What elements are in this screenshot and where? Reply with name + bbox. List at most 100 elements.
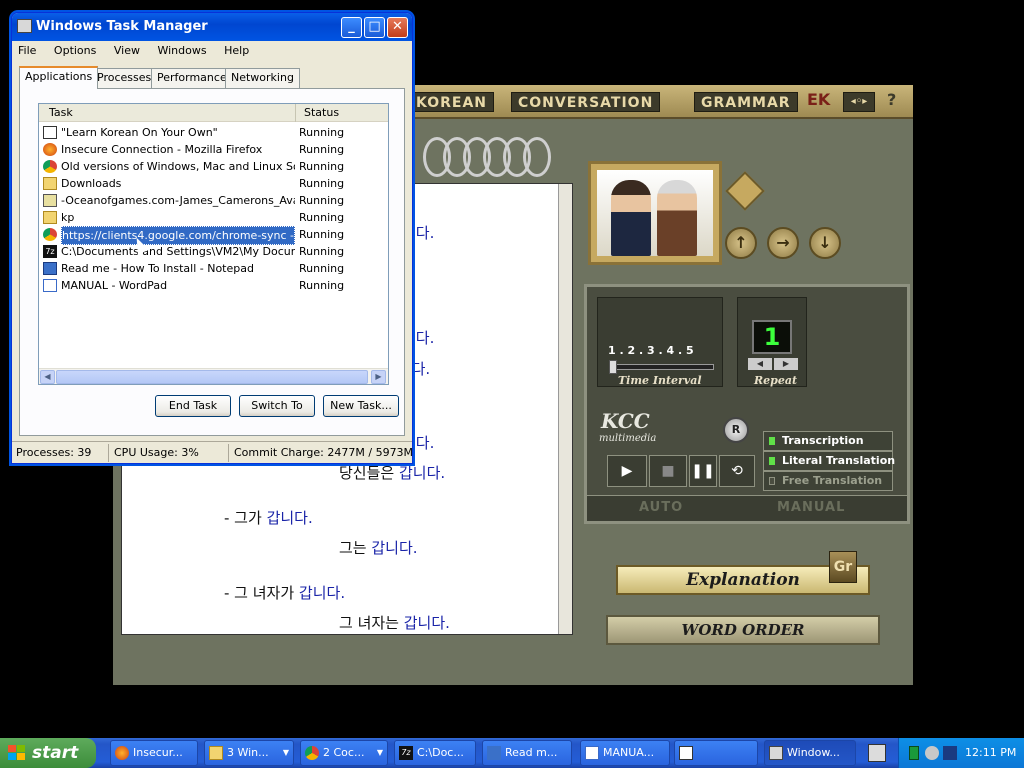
taskbar-item-firefox[interactable]: Insecur... (110, 740, 198, 766)
table-row[interactable]: Downloads Running (41, 175, 371, 192)
taskbar-item-windows-explorer[interactable]: 3 Win... ▼ (204, 740, 294, 766)
table-row[interactable]: -Oceanofgames.com-James_Camerons_Avatar R… (41, 192, 371, 209)
network-icon[interactable] (909, 746, 919, 760)
task-status: Running (299, 160, 345, 173)
new-task-button[interactable]: New Task... (323, 395, 399, 417)
help-icon[interactable]: ? (887, 90, 896, 114)
keyboard-icon[interactable] (868, 744, 886, 762)
scroll-left-icon[interactable]: ◀ (40, 370, 55, 384)
applications-panel: Task Status "Learn Korean On Your Own" Ru… (19, 88, 405, 436)
page-scrollbar[interactable] (558, 184, 572, 634)
tab-networking[interactable]: Networking (225, 68, 300, 88)
repeat-icon[interactable]: ⟲ (719, 455, 755, 487)
grammar-badge[interactable]: Gr (829, 551, 857, 583)
close-icon[interactable]: ✕ (387, 17, 408, 38)
tab-processes[interactable]: Processes (91, 68, 158, 88)
tab-performance[interactable]: Performance (151, 68, 233, 88)
time-interval-slider[interactable] (609, 360, 714, 374)
table-row-selected[interactable]: https://clients4.google.com/chrome-sync … (41, 226, 371, 245)
horizontal-scrollbar[interactable]: ◀ ▶ (39, 368, 388, 384)
ek-dictionary-icon[interactable]: EK (807, 90, 830, 114)
pause-icon[interactable]: ❚❚ (689, 455, 717, 487)
mode-manual-button[interactable]: MANUAL (777, 500, 845, 515)
transcription-toggle[interactable]: Transcription (763, 431, 893, 451)
menu-file[interactable]: File (16, 44, 38, 57)
folder-icon (43, 177, 57, 190)
scroll-right-icon[interactable]: ▶ (371, 370, 386, 384)
taskbar-item-wordpad[interactable]: MANUA... (580, 740, 670, 766)
word-order-button[interactable]: WORD ORDER (606, 615, 880, 645)
table-row[interactable]: 7z C:\Documents and Settings\VM2\My Docum… (41, 243, 371, 260)
right-arrow-icon[interactable]: → (767, 227, 799, 259)
transcription-label: Transcription (782, 434, 864, 447)
menu-help[interactable]: Help (222, 44, 251, 57)
taskbar-item-window[interactable] (674, 740, 758, 766)
task-status: Running (299, 143, 345, 156)
sound-icon[interactable]: ◂◦▸ (843, 92, 875, 112)
column-task[interactable]: Task (49, 106, 73, 119)
task-name: Downloads (61, 177, 122, 190)
column-status[interactable]: Status (295, 104, 339, 122)
question-icon[interactable] (725, 171, 765, 211)
start-button[interactable]: start (0, 738, 96, 768)
table-row[interactable]: "Learn Korean On Your Own" Running (41, 124, 371, 141)
table-row[interactable]: Read me - How To Install - Notepad Runnin… (41, 260, 371, 277)
taskbar-item-7zip[interactable]: 7z C:\Doc... (394, 740, 476, 766)
task-name: kp (61, 211, 75, 224)
chrome-icon (43, 160, 57, 173)
scroll-thumb[interactable] (56, 370, 368, 384)
free-translation-toggle[interactable]: Free Translation (763, 471, 893, 491)
menu-view[interactable]: View (112, 44, 142, 57)
taskmgr-icon (769, 746, 783, 760)
switch-to-button[interactable]: Switch To (239, 395, 315, 417)
task-name: Insecure Connection - Mozilla Firefox (61, 143, 263, 156)
table-row[interactable]: kp Running (41, 209, 371, 226)
firefox-icon (43, 143, 57, 156)
task-status: Running (299, 262, 345, 275)
menu-windows[interactable]: Windows (155, 44, 208, 57)
security-icon[interactable] (925, 746, 939, 760)
repeat-decrease-button[interactable]: ◀ (748, 358, 772, 370)
status-bar: Processes: 39 CPU Usage: 3% Commit Charg… (12, 441, 413, 463)
windows-logo-icon (8, 745, 26, 761)
chevron-down-icon: ▼ (282, 748, 289, 757)
lesson-line: - 그 녀자가 갑니다. (224, 584, 346, 602)
tab-applications[interactable]: Applications (19, 66, 99, 89)
nav-korean-button[interactable]: KOREAN (409, 92, 495, 112)
table-row[interactable]: Insecure Connection - Mozilla Firefox Run… (41, 141, 371, 158)
time-scale: 1 . 2 . 3 . 4 . 5 (608, 344, 694, 357)
record-button[interactable]: R (723, 417, 749, 443)
end-task-button[interactable]: End Task (155, 395, 231, 417)
firefox-icon (115, 746, 129, 760)
nav-conversation-button[interactable]: CONVERSATION (511, 92, 661, 112)
nav-grammar-button[interactable]: GRAMMAR (694, 92, 798, 112)
maximize-icon[interactable]: □ (364, 17, 385, 38)
menu-options[interactable]: Options (52, 44, 98, 57)
volume-icon[interactable] (943, 746, 957, 760)
up-arrow-icon[interactable]: ↑ (725, 227, 757, 259)
literal-translation-toggle[interactable]: Literal Translation (763, 451, 895, 471)
repeat-increase-button[interactable]: ▶ (774, 358, 798, 370)
folder-icon (209, 746, 223, 760)
task-manager-window: Windows Task Manager _ □ ✕ File Options … (11, 12, 413, 464)
task-manager-titlebar[interactable]: Windows Task Manager _ □ ✕ (12, 13, 412, 41)
table-row[interactable]: MANUAL - WordPad Running (41, 277, 371, 294)
play-icon[interactable]: ▶ (607, 455, 647, 487)
lesson-line: 당신들은 갑니다. (339, 464, 446, 482)
kcc-logo-sub: multimedia (599, 433, 657, 444)
task-list[interactable]: Task Status "Learn Korean On Your Own" Ru… (38, 103, 389, 385)
task-name: -Oceanofgames.com-James_Camerons_Avatar (61, 194, 295, 207)
taskbar: start Insecur... 3 Win... ▼ 2 Coc... ▼ 7z C… (0, 738, 1024, 768)
lesson-line: 그는 갑니다. (339, 539, 418, 557)
mode-auto-button[interactable]: AUTO (639, 500, 683, 515)
taskbar-item-notepad[interactable]: Read m... (482, 740, 572, 766)
stop-icon[interactable]: ■ (649, 455, 687, 487)
clock[interactable]: 12:11 PM (965, 738, 1016, 768)
taskbar-item-task-manager[interactable]: Window... (764, 740, 856, 766)
taskbar-item-label: MANUA... (603, 746, 655, 759)
down-arrow-icon[interactable]: ↓ (809, 227, 841, 259)
minimize-icon[interactable]: _ (341, 17, 362, 38)
taskbar-item-chrome[interactable]: 2 Coc... ▼ (300, 740, 388, 766)
table-row[interactable]: Old versions of Windows, Mac and Linux S… (41, 158, 371, 175)
taskbar-item-label: C:\Doc... (417, 746, 464, 759)
